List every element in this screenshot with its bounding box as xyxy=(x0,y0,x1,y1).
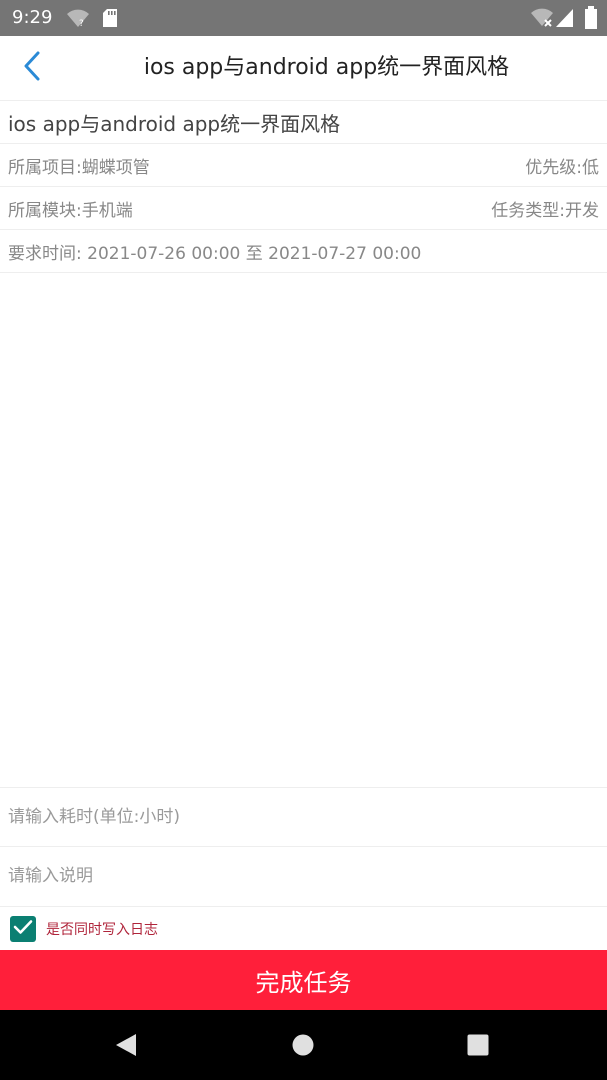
write-log-label[interactable]: 是否同时写入日志 xyxy=(46,919,158,939)
priority-label: 优先级:低 xyxy=(525,158,599,178)
module-label: 所属模块:手机端 xyxy=(8,201,133,221)
wifi-question-icon: ? xyxy=(66,9,90,33)
nav-back-icon[interactable] xyxy=(114,1033,138,1061)
complete-task-button[interactable]: 完成任务 xyxy=(0,950,607,1010)
cell-signal-icon xyxy=(555,7,575,33)
task-name-row: ios app与android app统一界面风格 xyxy=(0,101,607,144)
write-log-row: 是否同时写入日志 xyxy=(0,906,607,950)
back-button[interactable] xyxy=(14,50,50,86)
nav-home-icon[interactable] xyxy=(292,1034,314,1060)
project-label: 所属项目:蝴蝶项管 xyxy=(8,158,150,178)
status-time: 9:29 xyxy=(12,7,53,28)
required-time-label: 要求时间: 2021-07-26 00:00 至 2021-07-27 00:0… xyxy=(8,244,422,264)
title-bar: ios app与android app统一界面风格 xyxy=(0,36,607,101)
task-type-label: 任务类型:开发 xyxy=(491,201,599,221)
task-name: ios app与android app统一界面风格 xyxy=(8,111,341,136)
module-row: 所属模块:手机端 任务类型:开发 xyxy=(0,188,607,230)
project-row: 所属项目:蝴蝶项管 优先级:低 xyxy=(0,145,607,187)
check-icon xyxy=(13,919,33,939)
sd-card-icon xyxy=(102,8,118,32)
write-log-checkbox[interactable] xyxy=(10,915,36,942)
hours-input-row xyxy=(0,787,607,845)
wifi-off-icon xyxy=(530,8,554,32)
hours-input[interactable] xyxy=(8,788,599,845)
navigation-bar xyxy=(0,1010,607,1080)
description-input[interactable] xyxy=(8,847,599,905)
required-time-row: 要求时间: 2021-07-26 00:00 至 2021-07-27 00:0… xyxy=(0,231,607,273)
description-input-row xyxy=(0,846,607,905)
svg-text:?: ? xyxy=(79,19,84,29)
nav-recents-icon[interactable] xyxy=(467,1034,489,1060)
status-bar: 9:29 ? xyxy=(0,0,607,36)
chevron-left-icon xyxy=(21,50,43,86)
battery-icon xyxy=(584,6,598,34)
page-title: ios app与android app统一界面风格 xyxy=(143,55,510,80)
task-content-area xyxy=(0,274,607,786)
